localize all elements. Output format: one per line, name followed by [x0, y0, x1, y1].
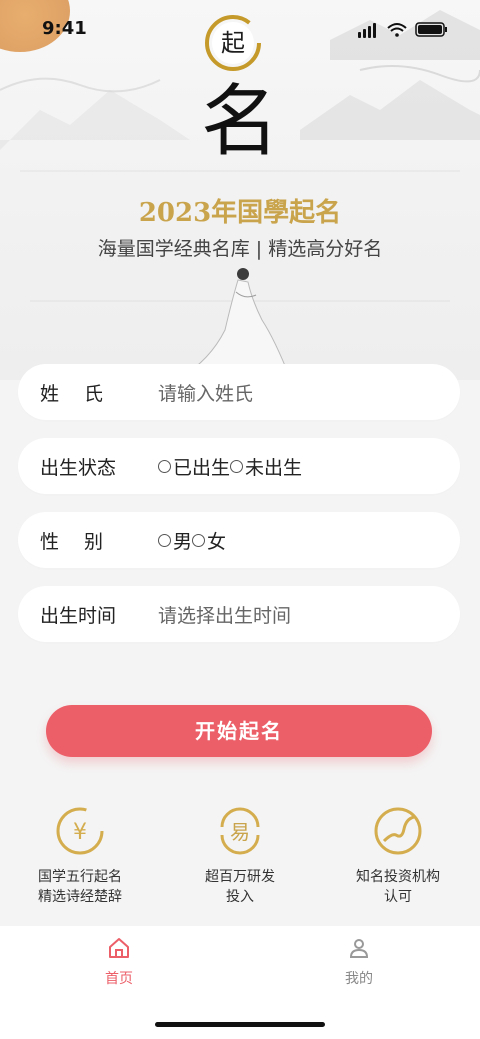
seal-character: 起 [221, 29, 245, 57]
hero-big-character: 名 [200, 77, 279, 167]
radio-circle-icon [158, 459, 171, 473]
user-icon [349, 939, 369, 958]
start-naming-button[interactable]: 开始起名 [46, 705, 432, 757]
feature-item-investors: 知名投资机构 认可 [328, 805, 468, 907]
radio-circle-icon [192, 533, 206, 547]
battery-icon [415, 22, 447, 37]
tab-home[interactable]: 首页 [79, 936, 159, 988]
radio-born-label: 已出生 [173, 456, 231, 479]
status-icons [358, 22, 447, 38]
tab-bar: 首页 我的 [0, 926, 480, 1039]
birth-time-field[interactable]: 出生时间 请选择出生时间 [18, 586, 460, 642]
svg-text:¥: ¥ [73, 820, 87, 845]
feature-line: 国学五行起名 [38, 869, 122, 885]
surname-label: 姓 氏 [40, 382, 104, 405]
radio-circle-icon [158, 533, 171, 547]
naming-form: 姓 氏 请输入姓氏 出生状态 已出生 未出生 性 别 男 女 出生时间 请选择出… [18, 364, 460, 660]
feature-item-wuxing: ¥ 国学五行起名 精选诗经楚辞 [10, 805, 150, 907]
page-title: 2023年国學起名 [138, 198, 342, 228]
radio-unborn[interactable]: 未出生 [230, 453, 302, 480]
yuan-coin-icon: ¥ [56, 807, 104, 855]
surname-input[interactable]: 请输入姓氏 [158, 379, 253, 406]
chart-circle-icon [374, 807, 422, 855]
radio-female[interactable]: 女 [192, 527, 226, 554]
tab-mine-label: 我的 [345, 971, 373, 987]
surname-field[interactable]: 姓 氏 请输入姓氏 [18, 364, 460, 420]
radio-unborn-label: 未出生 [245, 456, 303, 479]
feature-list: ¥ 国学五行起名 精选诗经楚辞 易 超百万研发 投入 知名投资机构 认可 [0, 805, 480, 915]
tab-home-label: 首页 [105, 971, 133, 987]
seal-emblem: 起 [202, 12, 264, 74]
gender-label: 性 别 [40, 530, 104, 553]
radio-female-label: 女 [207, 530, 227, 553]
radio-male-label: 男 [173, 530, 193, 553]
feature-item-research: 易 超百万研发 投入 [170, 805, 310, 907]
gender-field: 性 别 男 女 [18, 512, 460, 568]
feature-line: 精选诗经楚辞 [38, 889, 122, 905]
feature-line: 认可 [384, 889, 412, 905]
yi-character-icon: 易 [220, 807, 260, 855]
birth-status-label: 出生状态 [40, 456, 117, 479]
radio-born[interactable]: 已出生 [158, 453, 230, 480]
signal-icon [358, 23, 376, 38]
page-subtitle: 海量国学经典名库 | 精选高分好名 [97, 238, 383, 260]
wifi-icon [387, 23, 407, 37]
birth-time-label: 出生时间 [40, 604, 117, 627]
svg-text:易: 易 [230, 820, 250, 844]
feature-line: 投入 [226, 889, 254, 905]
birth-time-picker[interactable]: 请选择出生时间 [158, 601, 291, 628]
home-indicator [155, 1022, 325, 1027]
feature-line: 超百万研发 [205, 869, 275, 885]
status-time: 9:41 [42, 18, 87, 39]
tab-mine[interactable]: 我的 [319, 936, 399, 988]
radio-circle-icon [230, 459, 244, 473]
radio-male[interactable]: 男 [158, 527, 192, 554]
birth-status-field: 出生状态 已出生 未出生 [18, 438, 460, 494]
hero-banner: 9:41 起 名 2023年国學起名 海量国学经典名库 | 精选高分好名 [0, 0, 480, 380]
feature-line: 知名投资机构 [356, 869, 440, 885]
home-icon [109, 938, 129, 958]
